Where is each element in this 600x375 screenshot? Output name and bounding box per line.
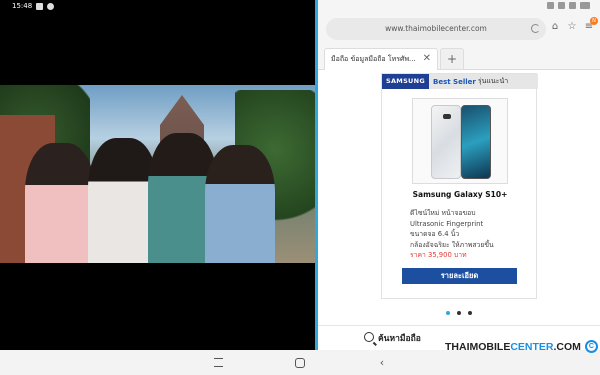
carousel-dots [318, 311, 600, 315]
product-name: Samsung Galaxy S10+ [412, 190, 508, 199]
home-button[interactable] [294, 357, 306, 369]
tab-label: มือถือ ข้อมูลมือถือ โทรศัพ... [331, 55, 416, 63]
ad-header: SAMSUNG Best Seller รุ่นแนะนำ [382, 74, 538, 89]
product-ad-card[interactable]: SAMSUNG Best Seller รุ่นแนะนำ Samsung Ga… [381, 73, 538, 299]
clock: 15:48 [12, 2, 33, 10]
phone-front-image [461, 105, 491, 179]
video-frame[interactable] [0, 85, 315, 263]
person-4-image [205, 145, 275, 263]
desc-line: Ultrasonic Fingerprint [410, 219, 484, 228]
desc-line: ขนาดจอ 6.4 นิ้ว [410, 230, 460, 238]
bookmark-star-icon[interactable]: ☆ [566, 21, 578, 33]
menu-badge: N [590, 17, 598, 25]
recents-icon [213, 358, 223, 367]
phone-back-image [431, 105, 461, 179]
battery-icon [580, 2, 590, 9]
url-field[interactable]: www.thaimobilecenter.com [326, 18, 546, 40]
product-price: ราคา 35,900 บาท [410, 251, 467, 259]
gallery-icon [36, 2, 44, 10]
navigation-bar: ‹ [0, 350, 600, 375]
browser-pane: www.thaimobilecenter.com ⌂ ☆ ≡ N มือถือ … [318, 0, 600, 350]
recommend-label: รุ่นแนะนำ [477, 77, 509, 85]
copyright-logo-icon: C [584, 340, 598, 353]
status-left: 15:48 [12, 2, 55, 10]
carousel-dot[interactable] [446, 311, 450, 315]
tab-active[interactable]: มือถือ ข้อมูลมือถือ โทรศัพ... ✕ [324, 48, 438, 70]
desc-line: กล้องอัจฉริยะ ให้ภาพสวยขึ้น [410, 240, 494, 249]
person-1-image [25, 143, 95, 263]
page-content: SAMSUNG Best Seller รุ่นแนะนำ Samsung Ga… [318, 70, 600, 350]
status-right [547, 2, 590, 9]
desc-line: ดีไซน์ใหม่ หน้าจอขอบ [410, 209, 476, 217]
status-bar: 15:48 [0, 0, 600, 14]
wifi-icon [558, 2, 565, 9]
mute-icon [547, 2, 554, 9]
notification-icon [47, 2, 55, 10]
new-tab-button[interactable]: + [440, 48, 464, 70]
video-pane[interactable] [0, 0, 315, 350]
camera-icon [443, 114, 451, 119]
watermark-text: THAIMOBILECENTER.COM [445, 340, 581, 353]
close-icon[interactable]: ✕ [423, 49, 431, 69]
search-icon [364, 332, 374, 342]
signal-icon [569, 2, 576, 9]
home-icon[interactable]: ⌂ [549, 21, 561, 33]
watermark: THAIMOBILECENTER.COM C [445, 340, 598, 353]
carousel-dot[interactable] [457, 311, 461, 315]
tab-row: มือถือ ข้อมูลมือถือ โทรศัพ... ✕ + [318, 44, 600, 70]
recents-button[interactable] [212, 357, 224, 369]
home-nav-icon [295, 358, 305, 368]
back-button[interactable]: ‹ [376, 357, 388, 369]
details-button[interactable]: รายละเอียด [402, 268, 517, 284]
product-description: ดีไซน์ใหม่ หน้าจอขอบ Ultrasonic Fingerpr… [410, 208, 535, 261]
search-label[interactable]: ค้นหามือถือ [378, 331, 421, 345]
samsung-logo: SAMSUNG [382, 74, 430, 89]
url-bar-row: www.thaimobilecenter.com ⌂ ☆ ≡ N [318, 14, 600, 44]
product-image[interactable] [412, 98, 508, 184]
bestseller-label: Best Seller [433, 77, 476, 86]
reload-icon[interactable] [531, 24, 540, 33]
carousel-dot[interactable] [468, 311, 472, 315]
